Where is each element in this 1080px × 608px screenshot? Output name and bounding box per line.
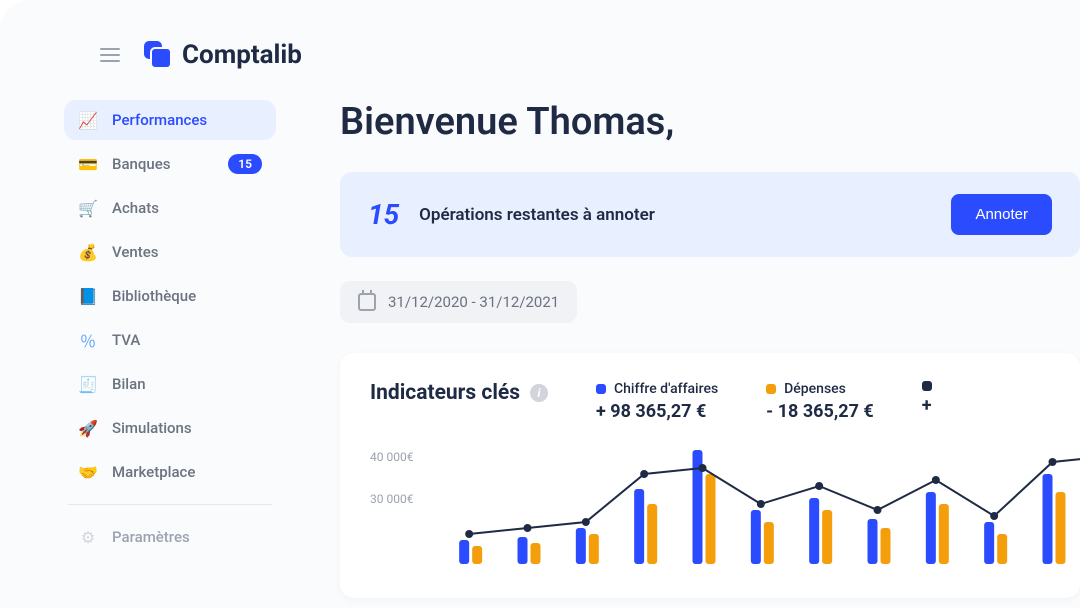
alert-count: 15 — [368, 198, 399, 231]
sidebar-item-ventes[interactable]: 💰 Ventes — [64, 232, 276, 272]
calendar-icon — [358, 293, 376, 311]
annotate-button[interactable]: Annoter — [951, 194, 1052, 235]
kpi-revenue: Chiffre d'affaires + 98 365,27 € — [596, 381, 718, 422]
sidebar-item-simulations[interactable]: 🚀 Simulations — [64, 408, 276, 448]
sidebar-item-label: Bilan — [112, 375, 262, 393]
book-icon: 📘 — [78, 286, 98, 306]
rocket-icon: 🚀 — [78, 418, 98, 438]
date-range-text: 31/12/2020 - 31/12/2021 — [388, 293, 559, 311]
sidebar-item-label: Ventes — [112, 243, 262, 261]
chart-icon: 📈 — [78, 110, 98, 130]
main-content: Bienvenue Thomas, 15 Opérations restante… — [300, 90, 1080, 608]
sidebar-item-label: Paramètres — [112, 528, 262, 546]
sidebar-item-performances[interactable]: 📈 Performances — [64, 100, 276, 140]
chart-svg — [440, 444, 1080, 564]
sidebar-item-label: Performances — [112, 111, 262, 129]
receipt-icon: 🧾 — [78, 374, 98, 394]
kpi-label: Dépenses — [784, 381, 846, 397]
sidebar-item-label: Achats — [112, 199, 262, 217]
sidebar-item-marketplace[interactable]: 🤝 Marketplace — [64, 452, 276, 492]
sidebar-item-achats[interactable]: 🛒 Achats — [64, 188, 276, 228]
nav-divider — [68, 504, 272, 505]
gear-icon: ⚙ — [78, 527, 98, 547]
sidebar-item-bibliotheque[interactable]: 📘 Bibliothèque — [64, 276, 276, 316]
y-tick: 30 000€ — [370, 492, 413, 506]
badge-count: 15 — [228, 154, 262, 174]
indicators-card: Indicateurs clés i Chiffre d'affaires + … — [340, 353, 1080, 598]
logo-icon — [144, 41, 172, 69]
kpi-value: - 18 365,27 € — [766, 401, 874, 422]
alert-banner: 15 Opérations restantes à annoter Annote… — [340, 172, 1080, 257]
brand-name: Comptalib — [182, 40, 302, 70]
handshake-icon: 🤝 — [78, 462, 98, 482]
sidebar-item-parametres[interactable]: ⚙ Paramètres — [64, 517, 276, 557]
coins-icon: 💰 — [78, 242, 98, 262]
date-range-picker[interactable]: 31/12/2020 - 31/12/2021 — [340, 281, 577, 323]
welcome-heading: Bienvenue Thomas, — [340, 100, 1080, 144]
info-icon[interactable]: i — [530, 384, 548, 402]
kpi-label: Chiffre d'affaires — [614, 381, 718, 397]
kpi-value: + — [922, 395, 940, 416]
sidebar-item-tva[interactable]: ％ TVA — [64, 320, 276, 360]
kpi-net: + — [922, 381, 940, 416]
legend-dot-icon — [922, 381, 932, 391]
menu-toggle[interactable] — [100, 48, 120, 62]
sidebar-item-label: TVA — [112, 331, 262, 349]
bank-icon: 💳 — [78, 154, 98, 174]
legend-dot-icon — [596, 384, 606, 394]
sidebar-item-bilan[interactable]: 🧾 Bilan — [64, 364, 276, 404]
alert-text: Opérations restantes à annoter — [419, 205, 931, 225]
legend-dot-icon — [766, 384, 776, 394]
sidebar-item-label: Banques — [112, 155, 214, 173]
sidebar-item-label: Simulations — [112, 419, 262, 437]
sidebar-item-banques[interactable]: 💳 Banques 15 — [64, 144, 276, 184]
brand[interactable]: Comptalib — [144, 40, 302, 70]
sidebar: 📈 Performances 💳 Banques 15 🛒 Achats 💰 V… — [40, 90, 300, 608]
sidebar-item-label: Bibliothèque — [112, 287, 262, 305]
kpi-value: + 98 365,27 € — [596, 401, 718, 422]
percent-icon: ％ — [78, 330, 98, 350]
card-title: Indicateurs clés — [370, 381, 520, 405]
chart: 40 000€ 30 000€ — [370, 450, 1050, 570]
kpi-expenses: Dépenses - 18 365,27 € — [766, 381, 874, 422]
y-tick: 40 000€ — [370, 450, 413, 464]
cart-icon: 🛒 — [78, 198, 98, 218]
sidebar-item-label: Marketplace — [112, 463, 262, 481]
